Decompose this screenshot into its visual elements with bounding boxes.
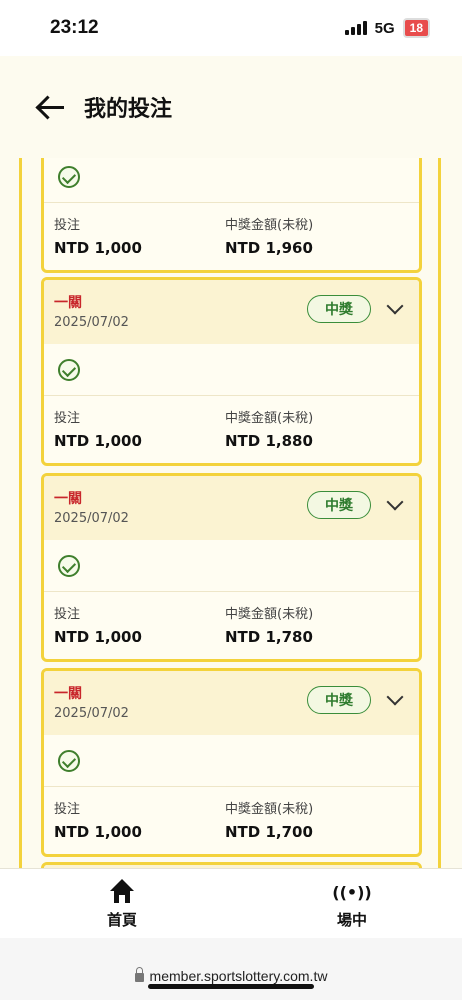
battery-icon: 18 [402, 18, 430, 38]
stake-label: 投注 [54, 607, 81, 622]
url-text: member.sportslottery.com.tw [149, 968, 328, 984]
payout-label: 中獎金額(未稅) [225, 411, 314, 426]
win-status-badge: 中獎 [307, 686, 371, 714]
win-status-badge: 中獎 [307, 295, 371, 323]
browser-address-bar[interactable]: member.sportslottery.com.tw [0, 938, 462, 1000]
signal-icon [344, 21, 367, 35]
stake-label: 投注 [54, 218, 81, 233]
payout-label: 中獎金額(未稅) [225, 218, 314, 233]
check-circle-icon [58, 165, 80, 188]
status-time: 23:12 [50, 17, 99, 38]
nav-live-label: 場中 [336, 911, 367, 929]
bet-card-header[interactable]: 一關 2025/07/02 中獎 [44, 280, 419, 344]
nav-home[interactable]: 首頁 [100, 869, 144, 938]
bet-status-row [44, 540, 419, 592]
home-icon [107, 879, 137, 905]
payout-value: NTD 1,780 [225, 628, 313, 646]
payout-value: NTD 1,700 [225, 823, 313, 841]
nav-live[interactable]: ((•)) 場中 [330, 869, 374, 938]
bottom-nav: 首頁 ((•)) 場中 [0, 868, 462, 938]
bet-amounts: 投注 NTD 1,000 中獎金額(未稅) NTD 1,700 [44, 787, 419, 854]
bet-card-header[interactable]: 一關 2025/07/02 中獎 [44, 476, 419, 540]
win-status-badge: 中獎 [307, 491, 371, 519]
page-header: 我的投注 [0, 56, 462, 158]
stake-value: NTD 1,000 [54, 628, 142, 646]
bet-amounts: 投注 NTD 1,000 中獎金額(未稅) NTD 1,780 [44, 592, 419, 659]
check-circle-icon [58, 554, 80, 577]
stake-label: 投注 [54, 802, 81, 817]
stake-value: NTD 1,000 [54, 432, 142, 450]
payout-label: 中獎金額(未稅) [225, 802, 314, 817]
status-indicators: 5G 18 [344, 18, 430, 38]
stake-value: NTD 1,000 [54, 239, 142, 257]
network-type: 5G [374, 19, 395, 37]
stake-value: NTD 1,000 [54, 823, 142, 841]
live-broadcast-icon: ((•)) [332, 882, 372, 902]
check-circle-icon [58, 358, 80, 381]
bet-amounts: 投注 NTD 1,000 中獎金額(未稅) NTD 1,960 [44, 203, 419, 270]
lock-icon [134, 967, 144, 982]
check-circle-icon [58, 749, 80, 772]
bet-amounts: 投注 NTD 1,000 中獎金額(未稅) NTD 1,880 [44, 396, 419, 463]
status-bar: 23:12 5G 18 [0, 0, 462, 56]
bet-status-row [44, 344, 419, 396]
payout-value: NTD 1,880 [225, 432, 313, 450]
bet-card[interactable]: 一關 2025/07/02 中獎 投注 NTD 1,000 中獎金額(未稅) N… [41, 668, 422, 857]
url-display[interactable]: member.sportslottery.com.tw [134, 952, 328, 1000]
bet-card[interactable]: 一關 2025/07/02 中獎 投注 NTD 1,000 中獎金額(未稅) N… [41, 473, 422, 662]
nav-home-label: 首頁 [106, 911, 137, 929]
back-arrow-icon[interactable] [36, 95, 66, 119]
bet-list[interactable]: 投注 NTD 1,000 中獎金額(未稅) NTD 1,960 一關 2025/… [0, 158, 462, 868]
bet-card-header[interactable]: 一關 2025/07/02 中獎 [44, 671, 419, 735]
list-rail-right [438, 158, 441, 868]
page-title: 我的投注 [84, 97, 173, 122]
stake-label: 投注 [54, 411, 81, 426]
bet-status-row [44, 158, 419, 203]
bet-card-partial[interactable]: 投注 NTD 1,000 中獎金額(未稅) NTD 1,960 [41, 158, 422, 273]
payout-label: 中獎金額(未稅) [225, 607, 314, 622]
home-indicator[interactable] [148, 984, 314, 989]
list-rail-left [19, 158, 22, 868]
bet-status-row [44, 735, 419, 787]
bet-card[interactable]: 一關 2025/07/02 中獎 投注 NTD 1,000 中獎金額(未稅) N… [41, 277, 422, 466]
payout-value: NTD 1,960 [225, 239, 313, 257]
